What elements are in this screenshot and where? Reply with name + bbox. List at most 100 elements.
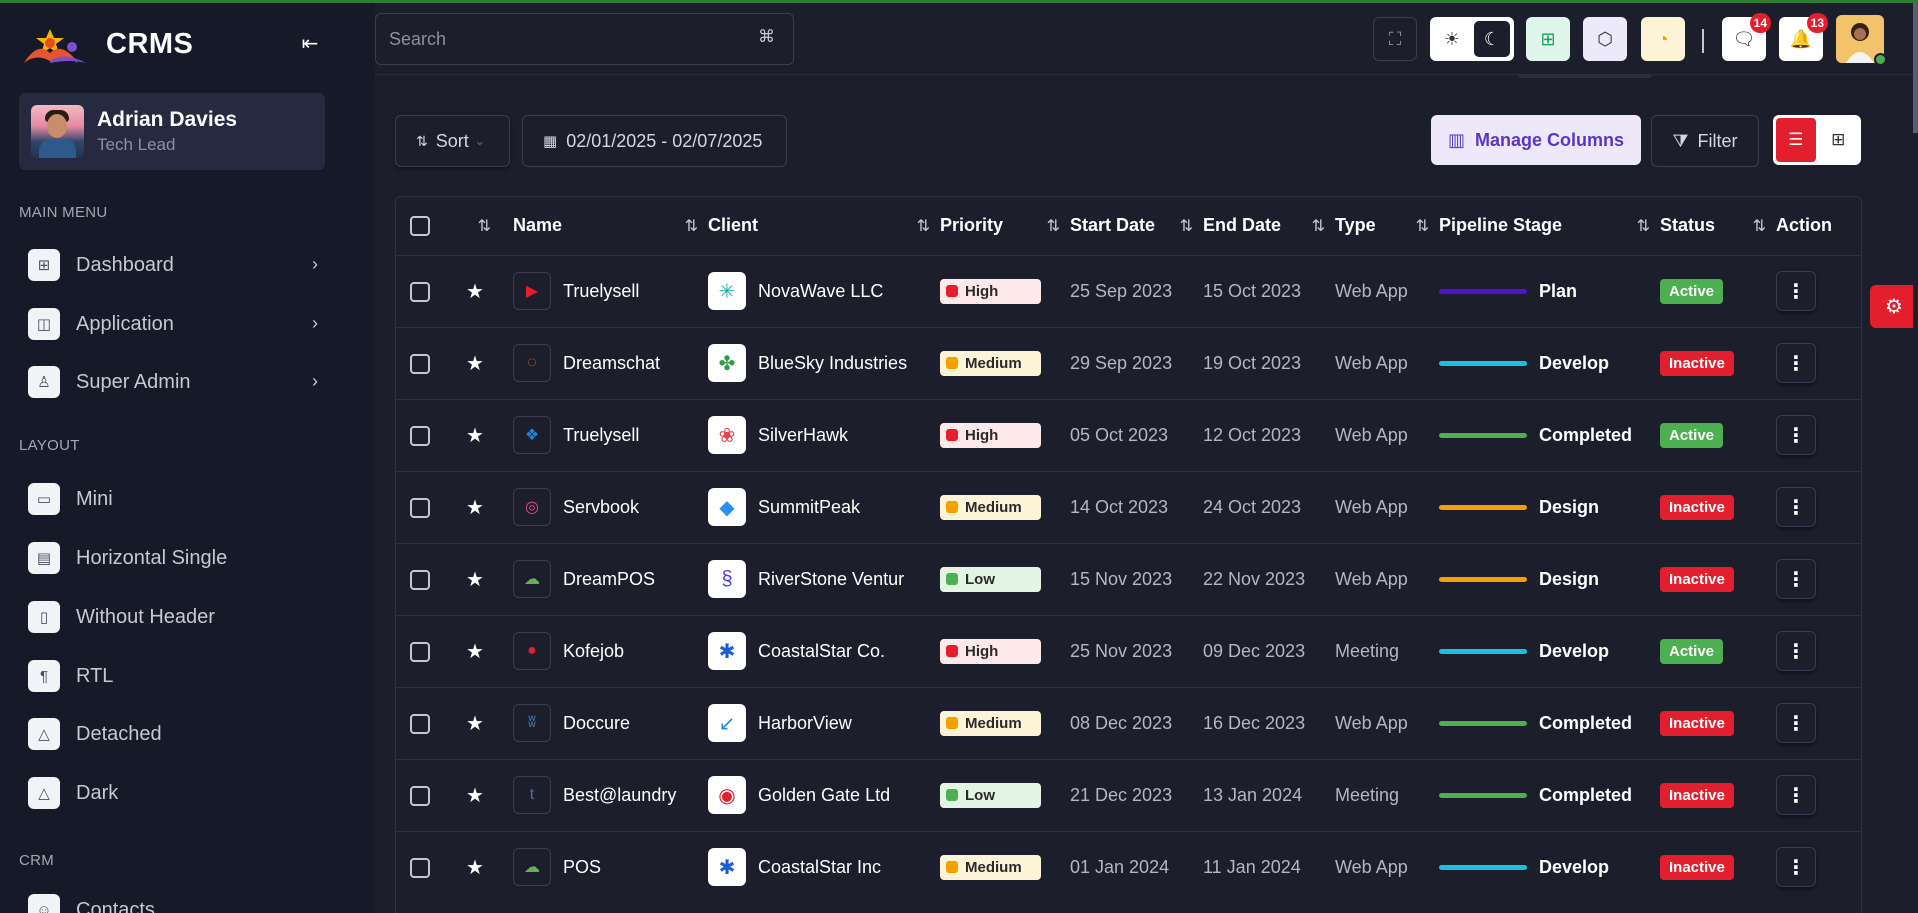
sidebar-item-horizontal-single[interactable]: ▤ Horizontal Single xyxy=(28,539,318,577)
theme-toggle[interactable]: ☀ ☾ xyxy=(1430,17,1514,61)
column-header-status[interactable]: Status ⇅ xyxy=(1660,197,1776,255)
sort-button[interactable]: ⇅ Sort ⌄ xyxy=(395,115,510,167)
sort-arrows-icon[interactable]: ⇅ xyxy=(1637,216,1650,236)
project-name[interactable]: Kofejob xyxy=(563,641,624,662)
row-checkbox[interactable] xyxy=(410,785,430,806)
sidebar-item-rtl[interactable]: ¶ RTL xyxy=(28,657,318,695)
table-row[interactable]: ★ ❖ Truelysell ❀ SilverHawk High 05 Oct … xyxy=(396,399,1861,471)
messages-button[interactable]: 🗨 14 xyxy=(1722,13,1771,61)
table-row[interactable]: ★ ▶ Truelysell ✳ NovaWave LLC High 25 Se… xyxy=(396,255,1861,327)
more-vertical-icon[interactable]: ⋮ xyxy=(1776,631,1816,671)
brand[interactable]: CRMS xyxy=(20,23,193,65)
moon-icon[interactable]: ☾ xyxy=(1474,21,1510,57)
star-icon[interactable]: ★ xyxy=(466,785,484,807)
row-checkbox[interactable] xyxy=(410,713,430,734)
settings-gear-icon[interactable]: ⚙ xyxy=(1870,285,1918,328)
row-checkbox[interactable] xyxy=(410,353,430,374)
project-name[interactable]: Truelysell xyxy=(563,281,639,302)
sort-arrows-icon[interactable]: ⇅ xyxy=(1312,216,1325,236)
more-vertical-icon[interactable]: ⋮ xyxy=(1776,775,1816,815)
sort-arrows-icon[interactable]: ⇅ xyxy=(685,216,698,236)
row-checkbox[interactable] xyxy=(410,281,430,302)
sort-arrows-icon[interactable]: ⇅ xyxy=(1180,216,1193,236)
apps-grid-icon[interactable]: ⊞ xyxy=(1526,17,1570,61)
row-checkbox[interactable] xyxy=(410,425,430,446)
sun-icon[interactable]: ☀ xyxy=(1434,21,1470,57)
filter-button[interactable]: ⧩ Filter xyxy=(1651,115,1759,167)
star-icon[interactable]: ★ xyxy=(466,713,484,735)
sort-arrows-icon[interactable]: ⇅ xyxy=(1047,216,1060,236)
star-icon[interactable]: ★ xyxy=(466,569,484,591)
sidebar-item-application[interactable]: ◫ Application › xyxy=(28,305,318,343)
sort-arrows-icon[interactable]: ⇅ xyxy=(917,216,930,236)
sidebar-item-mini[interactable]: ▭ Mini xyxy=(28,480,318,518)
row-checkbox[interactable] xyxy=(410,569,430,590)
star-icon[interactable]: ★ xyxy=(466,497,484,519)
date-range-picker[interactable]: ▦ 02/01/2025 - 02/07/2025 xyxy=(522,115,787,167)
table-row[interactable]: ★ ☁ POS ✱ CoastalStar Inc Medium 01 Jan … xyxy=(396,831,1861,903)
table-row[interactable]: ★ ʬ Doccure ↙ HarborView Medium 08 Dec 2… xyxy=(396,687,1861,759)
status-badge: Inactive xyxy=(1660,854,1734,880)
row-checkbox[interactable] xyxy=(410,641,430,662)
more-vertical-icon[interactable]: ⋮ xyxy=(1776,271,1816,311)
fullscreen-icon[interactable]: ⛶ xyxy=(1373,17,1417,61)
profile-avatar[interactable] xyxy=(1836,15,1887,66)
star-icon[interactable]: ★ xyxy=(466,281,484,303)
project-name[interactable]: Best@laundry xyxy=(563,785,676,806)
more-vertical-icon[interactable]: ⋮ xyxy=(1776,487,1816,527)
pipeline-stage: Design xyxy=(1439,569,1660,590)
page-scrollbar[interactable] xyxy=(1913,3,1918,913)
more-vertical-icon[interactable]: ⋮ xyxy=(1776,559,1816,599)
sidebar-item-dashboard[interactable]: ⊞ Dashboard › xyxy=(28,246,318,284)
hexagon-icon[interactable]: ⬡ xyxy=(1583,17,1627,61)
more-vertical-icon[interactable]: ⋮ xyxy=(1776,703,1816,743)
star-icon[interactable]: ★ xyxy=(466,857,484,879)
project-name[interactable]: Doccure xyxy=(563,713,630,734)
project-name[interactable]: Dreamschat xyxy=(563,353,660,374)
row-checkbox[interactable] xyxy=(410,497,430,518)
collapse-sidebar-icon[interactable]: ⇤ xyxy=(296,29,324,57)
table-row[interactable]: ★ ☁ DreamPOS § RiverStone Ventur Low 15 … xyxy=(396,543,1861,615)
priority-dot xyxy=(946,789,958,801)
select-all-checkbox[interactable] xyxy=(410,216,430,237)
view-toggle[interactable]: ☰ ⊞ xyxy=(1773,115,1861,165)
search-box[interactable]: ⌘ xyxy=(375,13,794,65)
table-row[interactable]: ★ t Best@laundry ◉ Golden Gate Ltd Low 2… xyxy=(396,759,1861,831)
column-header-priority[interactable]: Priority ⇅ xyxy=(940,197,1070,255)
sidebar-item-dark[interactable]: △ Dark xyxy=(28,774,318,812)
project-name[interactable]: DreamPOS xyxy=(563,569,655,590)
pie-chart-icon[interactable]: ◔ xyxy=(1641,17,1685,61)
table-row[interactable]: ★ ◎ Servbook ◆ SummitPeak Medium 14 Oct … xyxy=(396,471,1861,543)
notifications-button[interactable]: 🔔 13 xyxy=(1779,13,1828,61)
sidebar-item-detached[interactable]: △ Detached xyxy=(28,715,318,753)
sort-arrows-icon[interactable]: ⇅ xyxy=(478,216,491,236)
column-header-type[interactable]: Type ⇅ xyxy=(1335,197,1439,255)
sidebar-item-without-header[interactable]: ▯ Without Header xyxy=(28,598,318,636)
more-vertical-icon[interactable]: ⋮ xyxy=(1776,847,1816,888)
grid-view-icon[interactable]: ⊞ xyxy=(1819,118,1859,162)
table-row[interactable]: ★ ◌ Dreamschat ✤ BlueSky Industries Medi… xyxy=(396,327,1861,399)
star-icon[interactable]: ★ xyxy=(466,425,484,447)
project-name[interactable]: POS xyxy=(563,857,601,878)
list-view-icon[interactable]: ☰ xyxy=(1776,118,1816,162)
sidebar-item-contacts[interactable]: ☺ Contacts xyxy=(28,891,318,913)
star-icon[interactable]: ★ xyxy=(466,353,484,375)
sort-arrows-icon[interactable]: ⇅ xyxy=(1753,216,1766,236)
sidebar-item-super-admin[interactable]: ♙ Super Admin › xyxy=(28,363,318,401)
table-row[interactable]: ★ ● Kofejob ✱ CoastalStar Co. High 25 No… xyxy=(396,615,1861,687)
project-name[interactable]: Servbook xyxy=(563,497,639,518)
column-header-pipeline-stage[interactable]: Pipeline Stage ⇅ xyxy=(1439,197,1660,255)
star-icon[interactable]: ★ xyxy=(466,641,484,663)
column-header-start-date[interactable]: Start Date ⇅ xyxy=(1070,197,1203,255)
more-vertical-icon[interactable]: ⋮ xyxy=(1776,415,1816,455)
more-vertical-icon[interactable]: ⋮ xyxy=(1776,343,1816,383)
row-checkbox[interactable] xyxy=(410,857,430,878)
column-header-name[interactable]: Name ⇅ xyxy=(513,197,708,255)
sort-arrows-icon[interactable]: ⇅ xyxy=(1416,216,1429,236)
column-header-end-date[interactable]: End Date ⇅ xyxy=(1203,197,1335,255)
project-name[interactable]: Truelysell xyxy=(563,425,639,446)
user-card[interactable]: Adrian Davies Tech Lead xyxy=(19,93,325,170)
search-input[interactable] xyxy=(389,28,729,50)
column-header-client[interactable]: Client ⇅ xyxy=(708,197,940,255)
manage-columns-button[interactable]: ▥ Manage Columns xyxy=(1431,115,1641,165)
